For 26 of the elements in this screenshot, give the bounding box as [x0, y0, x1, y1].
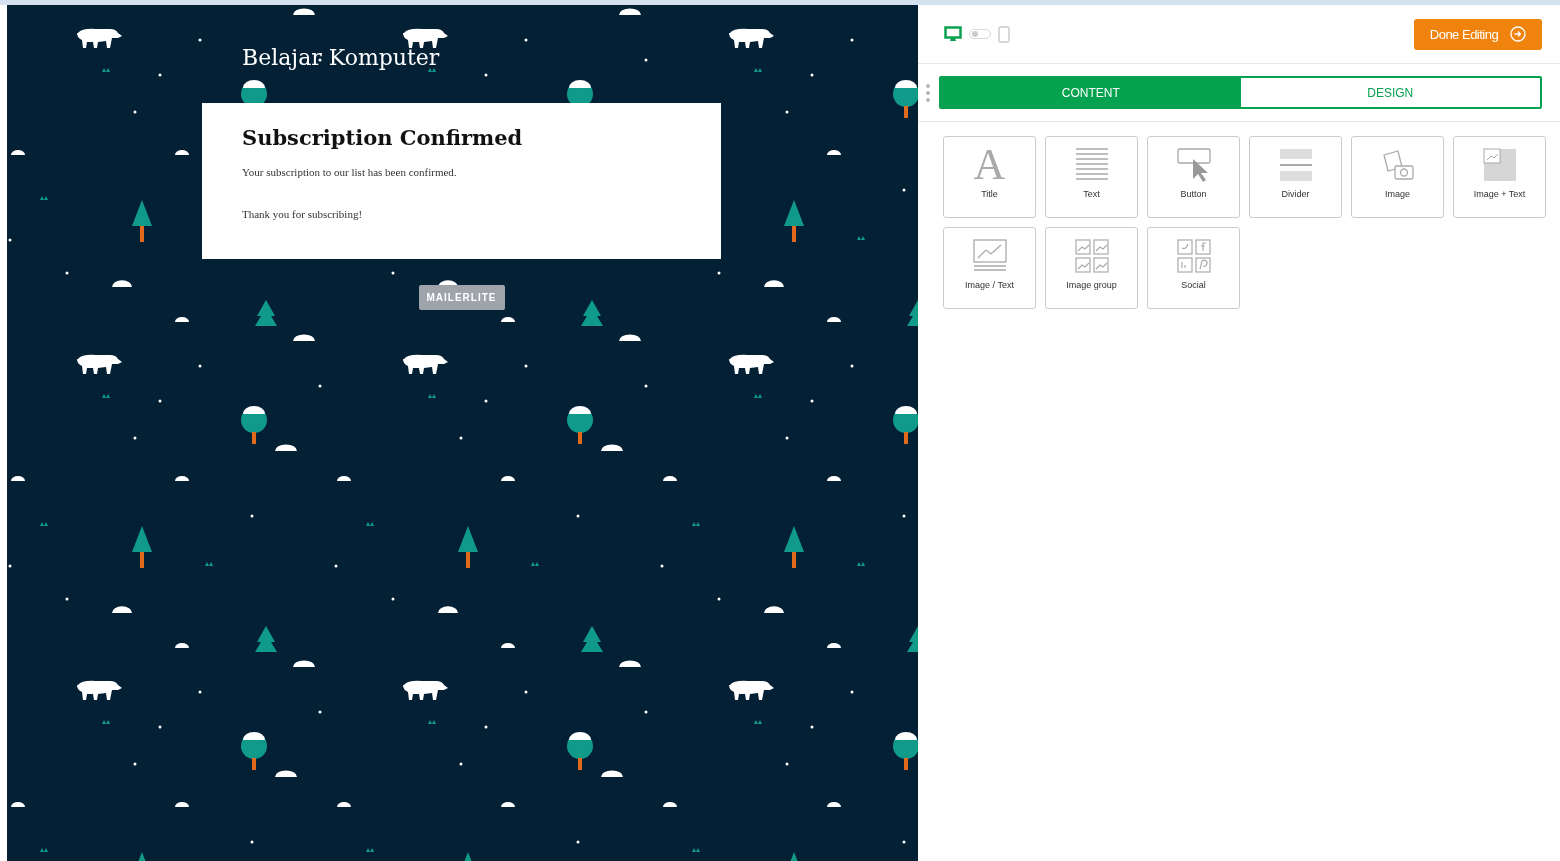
content-block-tile[interactable]: Image / Text: [943, 227, 1036, 309]
button-cursor-icon: [1176, 147, 1211, 183]
image-grid-icon: [1074, 238, 1109, 274]
image-over-text-icon: [972, 238, 1007, 274]
message-heading: Subscription Confirmed: [242, 125, 524, 150]
desktop-icon[interactable]: [944, 26, 962, 42]
content-block-tile[interactable]: Social: [1147, 227, 1240, 309]
image-text-icon: [1482, 147, 1517, 183]
drag-handle-icon[interactable]: [926, 82, 930, 103]
tablet-icon[interactable]: [998, 25, 1010, 43]
site-title: Belajar Komputer: [242, 45, 441, 72]
arrow-circle-icon: [1510, 26, 1527, 42]
text-lines-icon: [1074, 147, 1109, 183]
content-block-tile[interactable]: Text: [1045, 136, 1138, 218]
content-block-tile[interactable]: Image + Text: [1453, 136, 1546, 218]
content-block-tile[interactable]: Divider: [1249, 136, 1342, 218]
content-block-tile[interactable]: Image: [1351, 136, 1444, 218]
letter-a-icon: A: [973, 147, 1006, 183]
social-icons-icon: [1176, 238, 1211, 274]
divider-icon: [1278, 147, 1313, 183]
photo-camera-icon: [1380, 147, 1415, 183]
content-block-tile[interactable]: Button: [1147, 136, 1240, 218]
content-block-tile[interactable]: Image group: [1045, 227, 1138, 309]
message-text: Thank you for subscribing!: [242, 208, 364, 220]
content-block-tile[interactable]: A Title: [943, 136, 1036, 218]
message-text: Your subscription to our list has been confirmed.: [242, 166, 458, 178]
